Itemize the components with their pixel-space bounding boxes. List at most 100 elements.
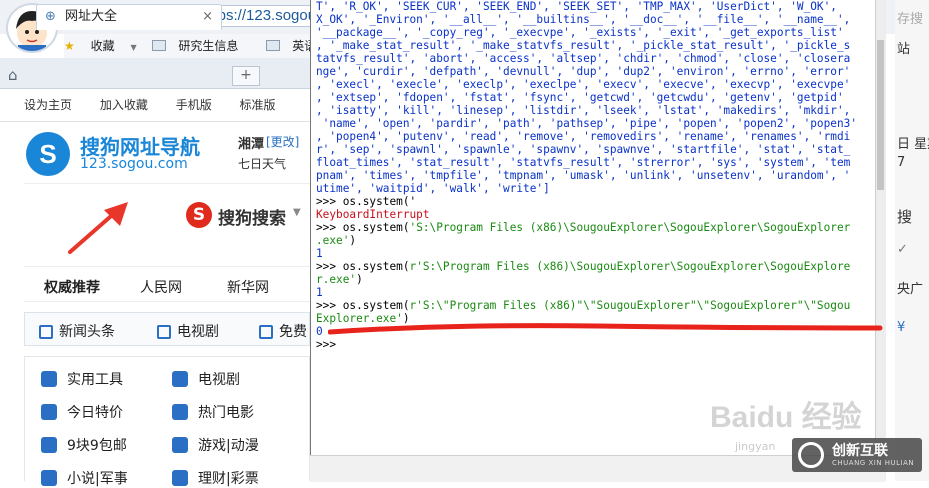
chevron-down-icon: ▼ (130, 43, 137, 52)
shell-prompt: >>> (316, 260, 343, 273)
favorites-button[interactable]: ★ 收藏 ▼ (64, 39, 137, 53)
bag-icon (41, 404, 57, 420)
star-icon: ★ (64, 39, 75, 53)
cart-icon (41, 437, 57, 453)
shell-prompt: >>> (316, 299, 343, 312)
shell-result: 1 (316, 286, 323, 299)
service-free[interactable]: 免费 (259, 321, 307, 341)
tab-active[interactable]: ⊕ 网址大全 × (36, 4, 222, 30)
edge-text-2: 站 (897, 42, 911, 57)
site-url[interactable]: 123.sogou.com (80, 156, 188, 172)
tab-strip (0, 58, 310, 89)
shell-line: X_OK', '_Environ', '__all__', '__builtin… (316, 13, 851, 26)
authority-link-renmin[interactable]: 人民网 (140, 277, 182, 297)
authority-bar: 权威推荐 人民网 新华网 (24, 266, 310, 302)
service-tv[interactable]: 电视剧 (157, 321, 219, 341)
city-name: 湘潭 (238, 137, 265, 152)
shell-error: KeyboardInterrupt (316, 208, 430, 221)
shell-command: os.system( (342, 221, 410, 234)
tv-icon (157, 325, 171, 339)
set-home-link[interactable]: 设为主页 (24, 98, 72, 112)
shell-string: 'S:\Program Files (x86)\SougouExplorer\S… (409, 221, 851, 234)
edge-text-3: 日 星期 (897, 137, 929, 152)
home-icon[interactable]: ⌂ (8, 66, 18, 84)
brand-logo-icon (798, 442, 824, 468)
category-movies[interactable]: 热门电影 (172, 402, 254, 422)
edge-text-4: 7 (897, 155, 906, 170)
folder-icon (152, 40, 167, 51)
shell-scrollbar-thumb[interactable] (877, 40, 884, 190)
tv-icon (172, 371, 188, 387)
edge-text-1: 存搜 (897, 12, 924, 27)
authority-link-xinhua[interactable]: 新华网 (227, 277, 269, 297)
search-engine-dropdown-icon[interactable]: ▼ (293, 207, 301, 218)
shell-command: ) (356, 273, 363, 286)
sogou-logo-icon[interactable] (26, 132, 70, 176)
free-icon (259, 325, 273, 339)
standard-link[interactable]: 标准版 (240, 98, 276, 112)
brand-name: 创新互联 (832, 443, 888, 459)
yen-icon (172, 470, 188, 486)
shell-line: T', 'R_OK', 'SEEK_CUR', 'SEEK_END', 'SEE… (316, 0, 837, 13)
close-tab-icon[interactable]: × (202, 5, 213, 29)
edge-text-5[interactable]: 搜 (897, 206, 912, 227)
favorites-bar: ★ 收藏 ▼ 研究生信息 英语学习网 (64, 34, 352, 58)
shell-line: nge', 'curdir', 'defpath', 'devnull', 'd… (316, 65, 851, 78)
grid-icon (41, 371, 57, 387)
page-link-bar: 设为主页 加入收藏 手机版 标准版 (0, 89, 310, 122)
shell-prompt: >>> (316, 221, 343, 234)
category-shipping[interactable]: 9块9包邮 (41, 435, 127, 455)
edge-text-6: ✓ (897, 242, 908, 257)
baidu-watermark: Baidu 经验 (710, 401, 862, 434)
change-city-link[interactable]: [更改] (266, 133, 299, 150)
shell-string: r'S:\"Program Files (x86)"\"SougouExplor… (409, 299, 851, 312)
authority-heading: 权威推荐 (44, 280, 100, 296)
favorite-folder-1[interactable]: 研究生信息 (152, 39, 250, 53)
globe-icon: ⊕ (45, 9, 56, 24)
shell-output: T', 'R_OK', 'SEEK_CUR', 'SEEK_END', 'SEE… (311, 0, 884, 351)
search-engine-label[interactable]: 搜狗搜索 (218, 204, 286, 229)
sogou-search-logo-icon: S (186, 202, 212, 228)
add-favorite-link[interactable]: 加入收藏 (100, 98, 148, 112)
shell-line: r', 'sep', 'spawnl', 'spawnle', 'spawnv'… (316, 143, 851, 156)
tab-title: 网址大全 (65, 9, 118, 24)
shell-string: r.exe' (316, 273, 357, 286)
edge-text-8[interactable]: ¥ (897, 320, 905, 335)
category-deals[interactable]: 今日特价 (41, 402, 123, 422)
book-icon (41, 470, 57, 486)
folder-icon (266, 40, 281, 51)
service-news[interactable]: 新闻头条 (39, 321, 115, 341)
baidu-watermark-sub: jingyan (735, 440, 776, 453)
category-games[interactable]: 游戏|动漫 (172, 435, 259, 455)
shell-string: r'S:\Program Files (x86)\SougouExplorer\… (409, 260, 851, 273)
shell-line: pnam', 'times', 'tmpfile', 'tmpnam', 'um… (316, 169, 851, 182)
shell-command: os.system(' (342, 195, 417, 208)
shell-command: ) (349, 234, 357, 247)
shell-line: float_times', 'stat_result', 'statvfs_re… (316, 156, 851, 169)
category-novels[interactable]: 小说|军事 (41, 468, 128, 488)
category-tv[interactable]: 电视剧 (172, 369, 240, 389)
background-page-edge (895, 0, 929, 481)
brand-subtitle: CHUANG XIN HULIAN (832, 459, 915, 467)
shell-string: .exe' (316, 234, 350, 247)
shell-line: , 'popen4', 'putenv', 'read', 'remove', … (316, 130, 851, 143)
shell-line: , 'extsep', 'fdopen', 'fstat', 'fsync', … (316, 91, 844, 104)
annotation-arrow-icon (68, 202, 128, 254)
shell-result: 1 (316, 247, 323, 260)
mobile-link[interactable]: 手机版 (176, 98, 212, 112)
weather-link[interactable]: 七日天气 (238, 155, 286, 172)
edge-text-7[interactable]: 央广 (897, 278, 923, 297)
shell-result: 0 (316, 325, 323, 338)
shell-command: os.system( (342, 260, 410, 273)
film-icon (172, 404, 188, 420)
new-tab-button[interactable]: + (232, 66, 260, 86)
shell-line: utime', 'waitpid', 'walk', 'write'] (316, 182, 550, 195)
red-underline-annotation (328, 323, 883, 335)
shell-line: , '_make_stat_result', '_make_statvfs_re… (316, 39, 851, 52)
shell-line: tatvfs_result', 'abort', 'access', 'alts… (316, 52, 851, 65)
shell-line: , 'isatty', 'kill', 'linesep', 'listdir'… (316, 104, 851, 117)
shell-line: , 'execl', 'execle', 'execlp', 'execlpe'… (316, 78, 851, 91)
category-finance[interactable]: 理财|彩票 (172, 468, 259, 488)
category-tools[interactable]: 实用工具 (41, 369, 123, 389)
shell-prompt: >>> (316, 195, 343, 208)
